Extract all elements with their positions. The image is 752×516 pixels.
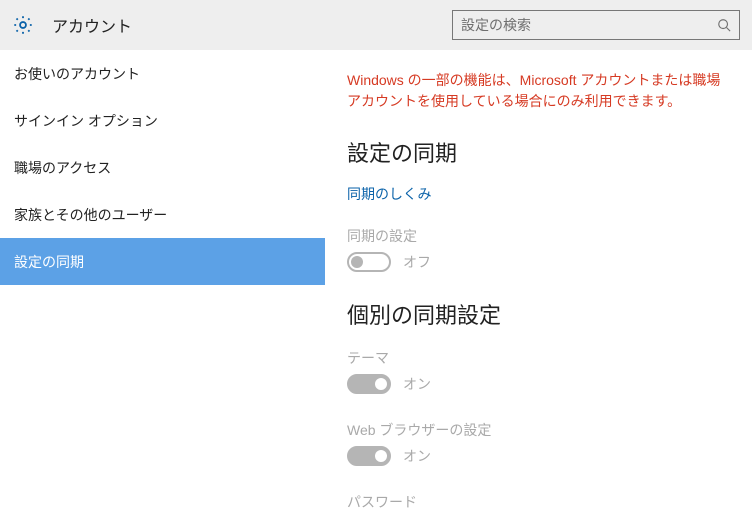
toggle-individual-0[interactable]	[347, 374, 391, 394]
search-input[interactable]	[461, 17, 717, 33]
sidebar-item-0[interactable]: お使いのアカウント	[0, 50, 325, 97]
label-individual-2: パスワード	[347, 492, 730, 512]
toggle-sync-settings-state: オフ	[403, 252, 431, 272]
page-title: アカウント	[52, 13, 452, 37]
header: アカウント	[0, 0, 752, 50]
sidebar-item-label: 家族とその他のユーザー	[14, 205, 167, 225]
sidebar-item-2[interactable]: 職場のアクセス	[0, 144, 325, 191]
subsection-title-individual: 個別の同期設定	[347, 298, 730, 330]
sidebar-item-1[interactable]: サインイン オプション	[0, 97, 325, 144]
toggle-sync-settings[interactable]	[347, 252, 391, 272]
alert-text: Windows の一部の機能は、Microsoft アカウントまたは職場アカウン…	[347, 70, 730, 112]
section-title-sync: 設定の同期	[347, 136, 730, 168]
label-sync-settings: 同期の設定	[347, 226, 730, 246]
settings-gear-icon[interactable]	[12, 14, 34, 36]
sidebar-item-label: サインイン オプション	[14, 111, 158, 131]
search-icon	[717, 18, 731, 32]
sidebar-item-label: 設定の同期	[14, 252, 84, 272]
label-individual-1: Web ブラウザーの設定	[347, 420, 730, 440]
sidebar: お使いのアカウントサインイン オプション職場のアクセス家族とその他のユーザー設定…	[0, 50, 325, 516]
sidebar-item-3[interactable]: 家族とその他のユーザー	[0, 191, 325, 238]
toggle-individual-1-state: オン	[403, 446, 431, 466]
content-pane: Windows の一部の機能は、Microsoft アカウントまたは職場アカウン…	[325, 50, 752, 516]
sidebar-item-label: 職場のアクセス	[14, 158, 111, 178]
sidebar-item-label: お使いのアカウント	[14, 64, 140, 84]
label-individual-0: テーマ	[347, 348, 730, 368]
sidebar-item-4[interactable]: 設定の同期	[0, 238, 325, 285]
link-how-sync-works[interactable]: 同期のしくみ	[347, 184, 432, 204]
toggle-individual-0-state: オン	[403, 374, 431, 394]
search-box[interactable]	[452, 10, 740, 40]
toggle-individual-1[interactable]	[347, 446, 391, 466]
